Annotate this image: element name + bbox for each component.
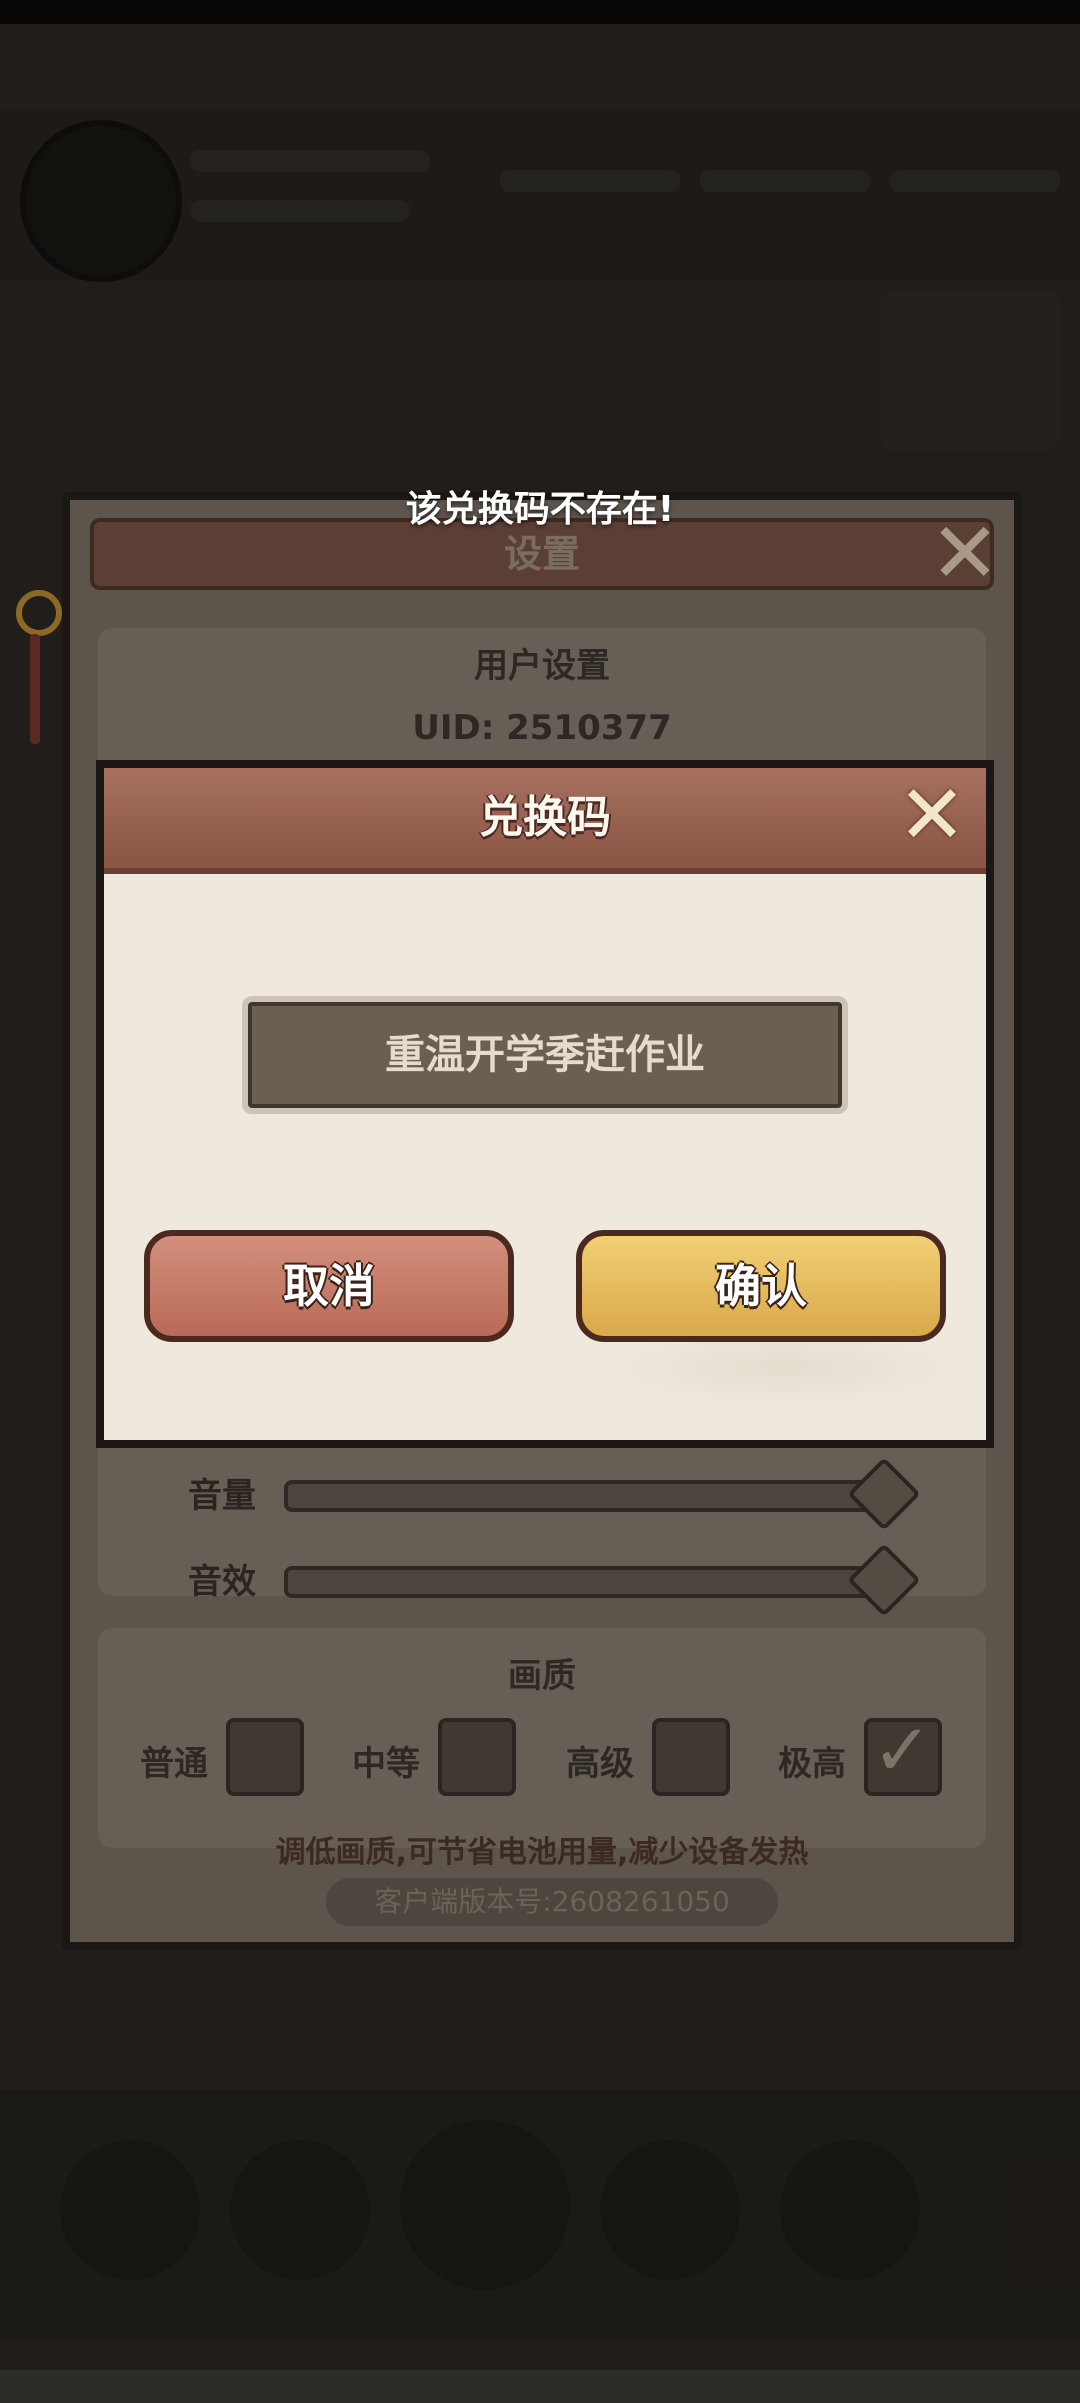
checkmark-icon: ✓ — [872, 1708, 933, 1792]
quality-hint: 调低画质,可节省电池用量,减少设备发热 — [275, 1835, 809, 1870]
quality-title: 画质 — [508, 1656, 576, 1696]
quality-option-medium[interactable]: 中等 — [352, 1718, 532, 1798]
redeem-code-dialog: 兑换码 ✕ 重温开学季赶作业 取消 确认 — [96, 760, 994, 1448]
user-settings-title: 用户设置 — [474, 646, 610, 686]
quality-checkbox-checked[interactable]: ✓ — [864, 1708, 942, 1796]
quality-option-label: 普通 — [140, 1744, 208, 1784]
quality-checkbox[interactable] — [226, 1718, 304, 1796]
tassel-decoration-icon — [16, 590, 62, 750]
sfx-slider-handle[interactable] — [847, 1543, 921, 1617]
quality-checkbox[interactable] — [652, 1718, 730, 1796]
quality-option-high[interactable]: 高级 — [566, 1718, 746, 1798]
volume-slider[interactable] — [284, 1480, 892, 1512]
confirm-button[interactable]: 确认 — [576, 1230, 946, 1342]
redeem-code-input[interactable]: 重温开学季赶作业 — [242, 996, 848, 1114]
client-version: 客户端版本号:2608261050 — [326, 1878, 778, 1926]
cancel-button[interactable]: 取消 — [144, 1230, 514, 1342]
dialog-close-icon[interactable]: ✕ — [892, 775, 972, 857]
dialog-title: 兑换码 — [479, 792, 611, 843]
sfx-label: 音效 — [188, 1562, 256, 1602]
quality-option-ultra[interactable]: 极高 ✓ — [778, 1708, 958, 1798]
quality-option-label: 极高 — [778, 1744, 846, 1784]
quality-option-label: 中等 — [352, 1744, 420, 1784]
volume-slider-row: 音量 — [188, 1457, 968, 1531]
sfx-slider[interactable] — [284, 1566, 892, 1598]
volume-slider-handle[interactable] — [847, 1457, 921, 1531]
volume-label: 音量 — [188, 1476, 256, 1516]
quality-checkbox[interactable] — [438, 1718, 516, 1796]
quality-option-label: 高级 — [566, 1744, 634, 1784]
quality-option-normal[interactable]: 普通 — [140, 1718, 320, 1798]
sfx-slider-row: 音效 — [188, 1543, 968, 1617]
error-toast: 该兑换码不存在! — [405, 489, 675, 530]
uid-label: UID: 2510377 — [412, 708, 672, 748]
